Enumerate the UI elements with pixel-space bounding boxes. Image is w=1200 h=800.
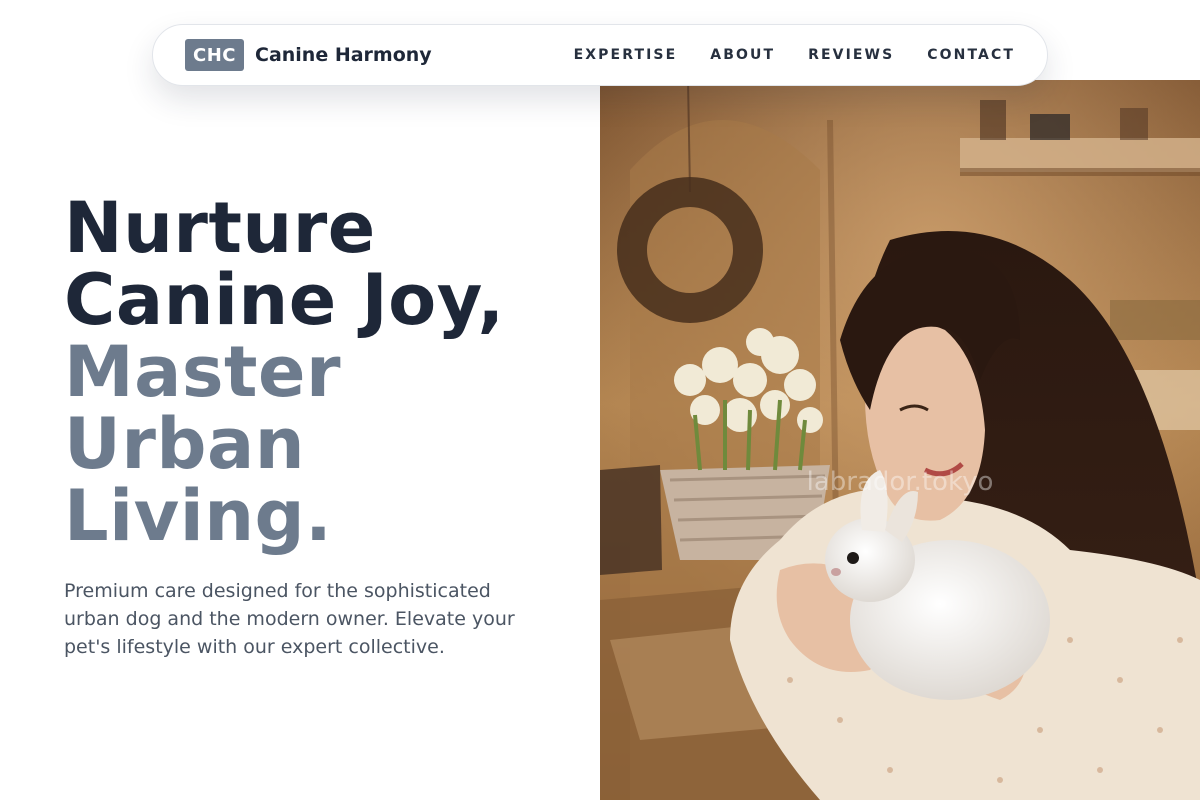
nav-link-contact[interactable]: CONTACT [927,47,1015,63]
hero-photo: labrador.tokyo [600,80,1200,800]
hero-photo-illustration: labrador.tokyo [600,80,1200,800]
headline-line-5: Living. [64,475,333,557]
brand-name: Canine Harmony [255,44,432,66]
headline-line-1: Nurture [64,187,376,269]
headline-line-3: Master [64,331,342,413]
headline-line-4: Urban [64,403,306,485]
nav-links: EXPERTISE ABOUT REVIEWS CONTACT [574,47,1015,63]
landing-page: labrador.tokyo CHC Canine Harmony EXPERT… [0,0,1200,800]
nav-link-expertise[interactable]: EXPERTISE [574,47,678,63]
navigation-bar: CHC Canine Harmony EXPERTISE ABOUT REVIE… [152,24,1048,86]
photo-watermark: labrador.tokyo [807,467,994,497]
hero-description: Premium care designed for the sophistica… [64,580,515,658]
hero-headline: Nurture Canine Joy, Master Urban Living. [64,192,584,552]
hero-section: Nurture Canine Joy, Master Urban Living.… [64,192,584,661]
headline-line-2: Canine Joy, [64,259,505,341]
nav-link-reviews[interactable]: REVIEWS [808,47,894,63]
brand-logo[interactable]: CHC Canine Harmony [185,39,432,71]
logo-mark: CHC [185,39,244,71]
nav-link-about[interactable]: ABOUT [710,47,775,63]
